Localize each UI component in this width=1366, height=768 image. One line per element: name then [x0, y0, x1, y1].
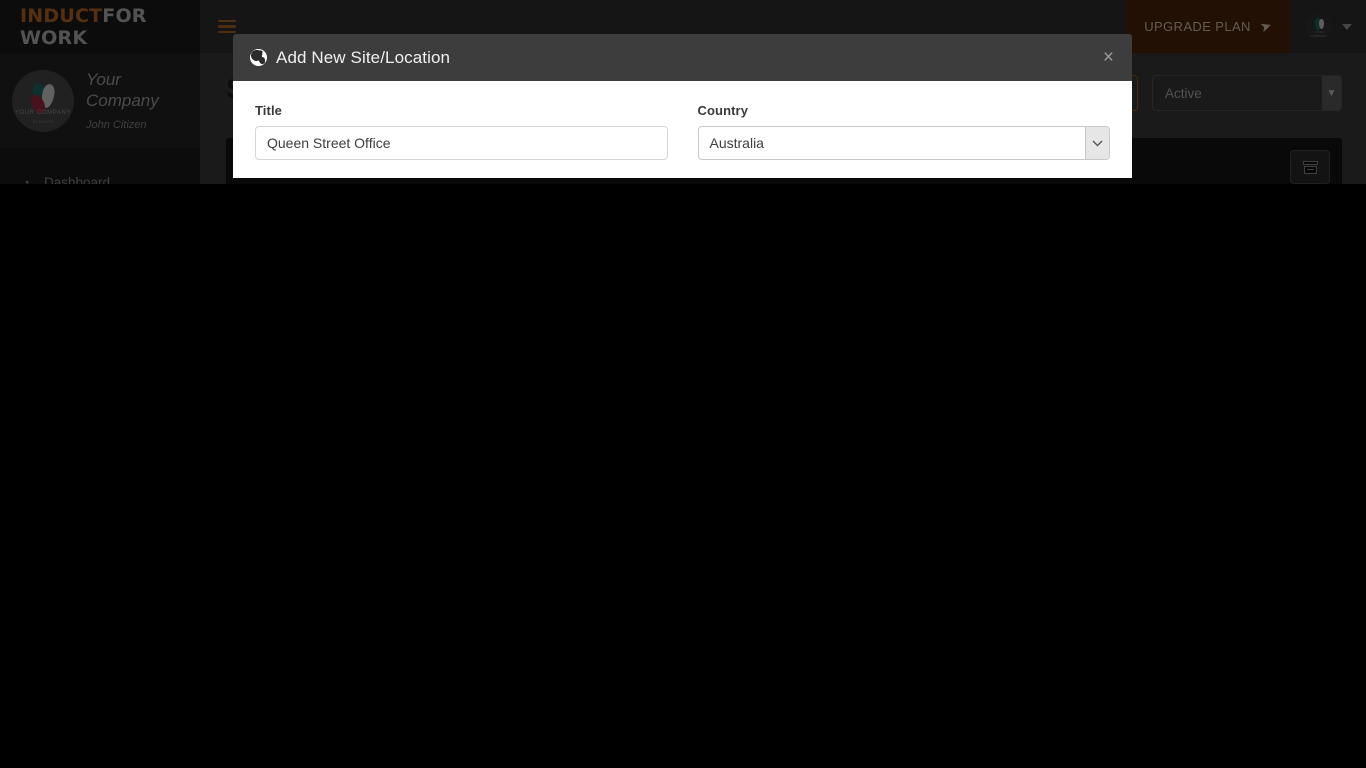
- modal-title: Add New Site/Location: [276, 47, 451, 67]
- country-select-value: Australia: [697, 126, 1110, 160]
- modal-header: Add New Site/Location ×: [233, 34, 1132, 81]
- globe-icon: [250, 49, 267, 66]
- chevron-down-icon[interactable]: [1085, 127, 1109, 159]
- app-root: INDUCTFOR WORK YOUR COMPANY SLOGAN Your …: [0, 0, 1366, 768]
- title-input[interactable]: [255, 126, 668, 160]
- country-select[interactable]: Australia: [697, 126, 1110, 160]
- country-field-group: Country Australia: [697, 103, 1110, 160]
- country-field-label: Country: [697, 103, 749, 118]
- add-site-modal: Add New Site/Location × Title Country Au…: [233, 34, 1132, 178]
- title-field-group: Title: [255, 103, 668, 160]
- modal-body: Title Country Australia: [233, 81, 1132, 178]
- modal-backdrop-lower: [0, 184, 1366, 768]
- close-icon[interactable]: ×: [1101, 48, 1116, 67]
- title-field-label: Title: [255, 103, 282, 118]
